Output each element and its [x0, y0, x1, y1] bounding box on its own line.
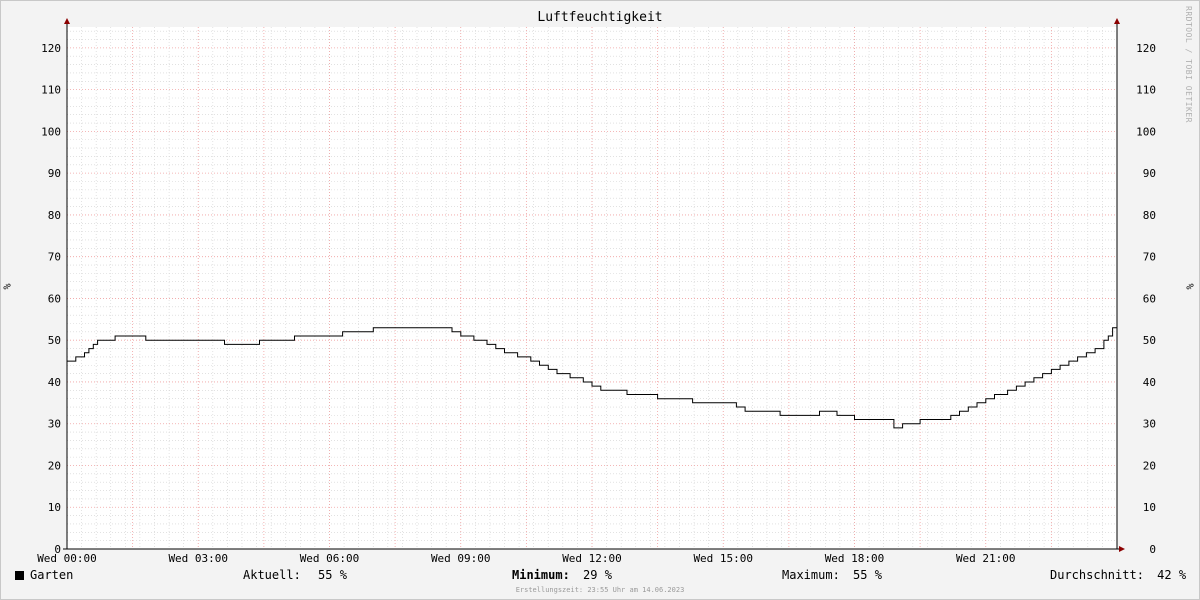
chart-area: 0 010 1020 2030 3040 4050 5060 6070 7080 8090 9010…	[37, 18, 1156, 565]
y-tick-label-right: 0	[1149, 543, 1156, 556]
x-tick-label: Wed 06:00	[300, 552, 360, 565]
y-axis-unit-right: %	[1183, 283, 1195, 290]
y-tick-label-right: 40	[1143, 376, 1156, 389]
minimum-label: Minimum:	[512, 568, 570, 582]
legend-average: Durchschnitt: 42 %	[1050, 568, 1186, 582]
y-tick-label-right: 110	[1136, 84, 1156, 97]
average-label: Durchschnitt:	[1050, 568, 1144, 582]
y-tick-label-right: 100	[1136, 125, 1156, 138]
y-tick-label-left: 40	[48, 376, 61, 389]
y-tick-label-left: 90	[48, 167, 61, 180]
x-tick-label: Wed 18:00	[825, 552, 885, 565]
y-tick-label-right: 80	[1143, 209, 1156, 222]
current-value: 55 %	[318, 568, 347, 582]
legend-minimum: Minimum: 29 %	[512, 568, 612, 582]
minimum-value: 29 %	[583, 568, 612, 582]
y-tick-label-left: 100	[41, 125, 61, 138]
y-tick-label-left: 60	[48, 292, 61, 305]
y-axis-unit-left: %	[0, 283, 12, 290]
creation-time: Erstellungszeit: 23:55 Uhr am 14.06.2023	[515, 586, 685, 594]
legend-series-name: Garten	[30, 568, 74, 582]
y-tick-label-right: 30	[1143, 418, 1156, 431]
y-tick-label-right: 10	[1143, 501, 1156, 514]
maximum-value: 55 %	[853, 568, 882, 582]
current-label: Aktuell:	[243, 568, 301, 582]
x-tick-label: Wed 00:00	[37, 552, 97, 565]
average-value: 42 %	[1157, 568, 1187, 582]
y-tick-label-left: 110	[41, 84, 61, 97]
y-tick-label-left: 20	[48, 459, 61, 472]
x-tick-label: Wed 15:00	[693, 552, 753, 565]
y-tick-label-left: 70	[48, 251, 61, 264]
legend-maximum: Maximum: 55 %	[782, 568, 882, 582]
watermark: RRDTOOL / TOBI OETIKER	[1184, 6, 1193, 123]
y-tick-label-left: 50	[48, 334, 61, 347]
y-tick-label-right: 20	[1143, 459, 1156, 472]
x-axis-arrow	[1119, 546, 1125, 552]
x-tick-label: Wed 09:00	[431, 552, 491, 565]
y-tick-label-right: 90	[1143, 167, 1156, 180]
y-tick-label-left: 80	[48, 209, 61, 222]
legend-swatch	[15, 571, 24, 580]
y-tick-label-right: 70	[1143, 251, 1156, 264]
y-tick-label-right: 120	[1136, 42, 1156, 55]
y-tick-label-left: 30	[48, 418, 61, 431]
y-tick-label-right: 50	[1143, 334, 1156, 347]
x-tick-label: Wed 12:00	[562, 552, 622, 565]
y-tick-label-left: 120	[41, 42, 61, 55]
y-tick-label-left: 10	[48, 501, 61, 514]
x-tick-label: Wed 03:00	[168, 552, 228, 565]
maximum-label: Maximum:	[782, 568, 840, 582]
chart-title: Luftfeuchtigkeit	[537, 10, 663, 25]
x-tick-label: Wed 21:00	[956, 552, 1016, 565]
legend-current: Aktuell: 55 %	[243, 568, 347, 582]
y-tick-label-right: 60	[1143, 292, 1156, 305]
